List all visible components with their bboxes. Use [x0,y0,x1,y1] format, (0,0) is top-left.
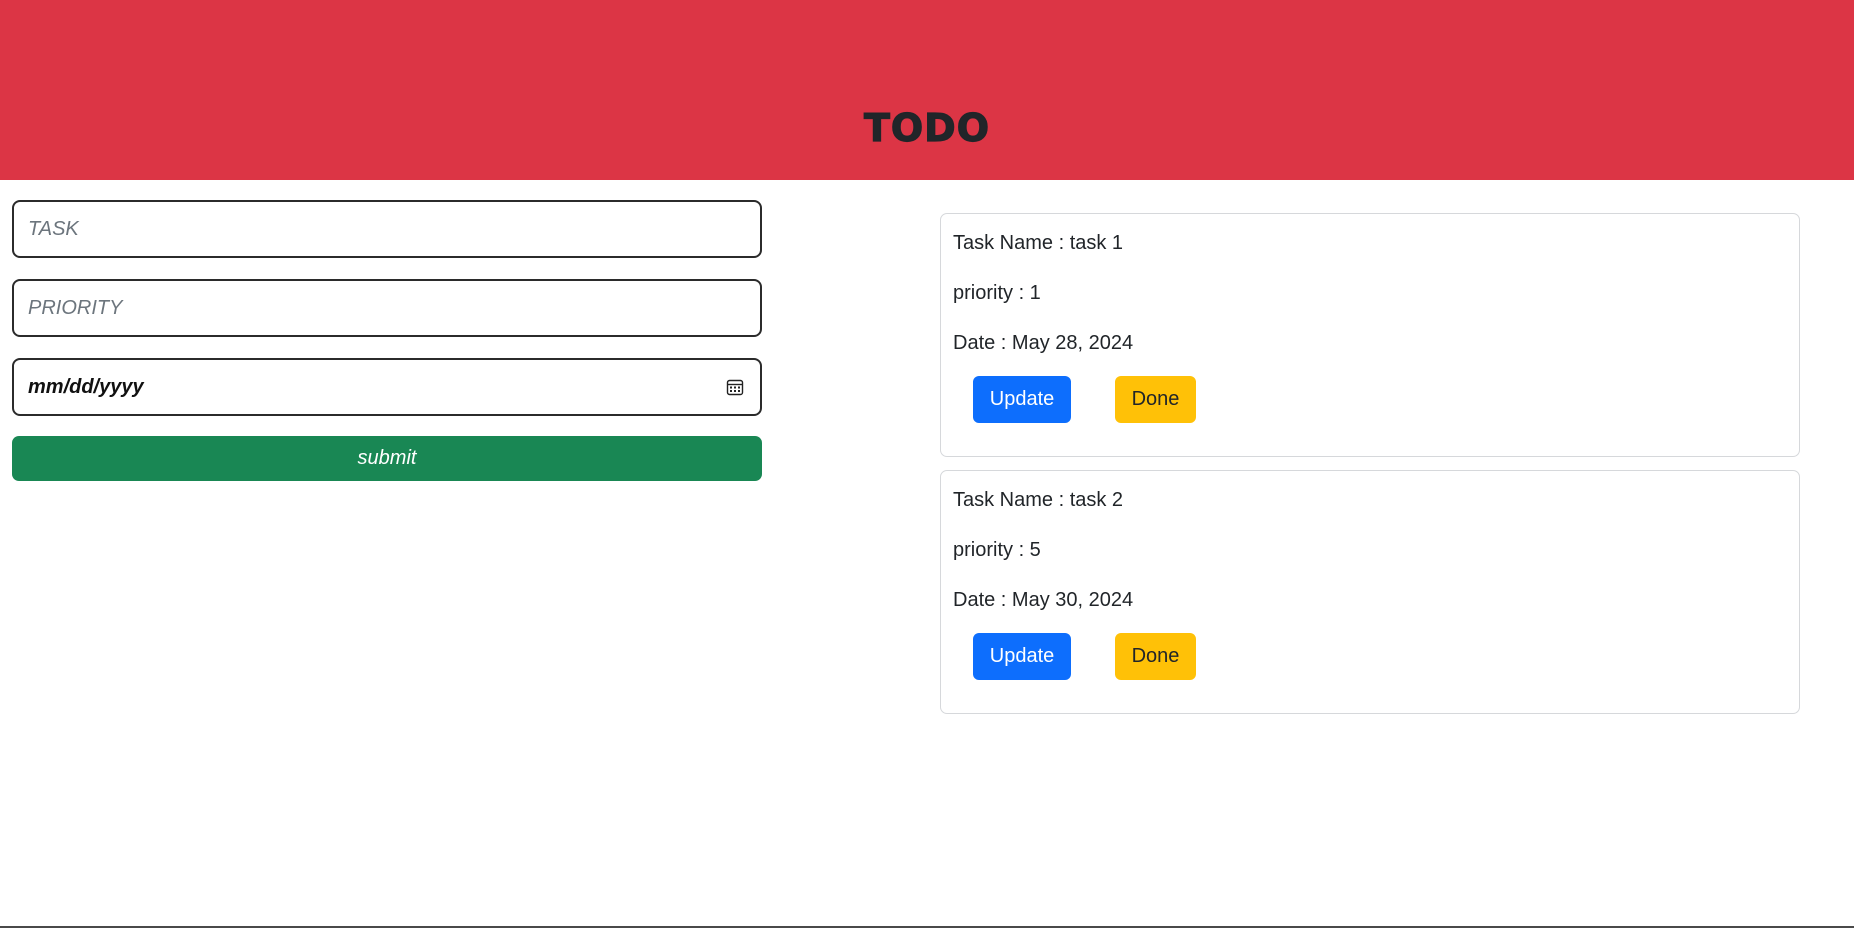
task-name: Task Name : task 1 [953,232,1124,254]
done-button[interactable]: Done [1115,633,1196,680]
task-list: Task Name : task 1 priority : 1 Date : M… [940,213,1800,727]
update-button[interactable]: Update [973,376,1071,423]
task-date: Date : May 30, 2024 [953,589,1134,611]
date-input-placeholder[interactable]: mm/dd/yyyy [28,360,144,414]
task-priority: priority : 1 [953,282,1041,304]
task-date: Date : May 28, 2024 [953,332,1134,354]
done-button[interactable]: Done [1115,376,1196,423]
date-field[interactable]: mm/dd/yyyy [12,358,762,416]
task-field[interactable] [12,200,762,258]
update-button[interactable]: Update [973,633,1071,680]
task-card: Task Name : task 2 priority : 5 Date : M… [940,470,1800,714]
task-input[interactable] [14,202,760,256]
submit-button[interactable]: submit [12,436,762,481]
task-priority: priority : 5 [953,539,1041,561]
task-card: Task Name : task 1 priority : 1 Date : M… [940,213,1800,457]
priority-field[interactable] [12,279,762,337]
calendar-icon[interactable] [726,378,744,396]
priority-input[interactable] [14,281,760,335]
task-form: mm/dd/yyyy submit [12,200,762,481]
task-name: Task Name : task 2 [953,489,1124,511]
header-banner: TODO [0,0,1854,180]
page-title: TODO [863,105,991,150]
todo-page: TODO mm/dd/yyyy submit Task Name : [0,0,1854,928]
